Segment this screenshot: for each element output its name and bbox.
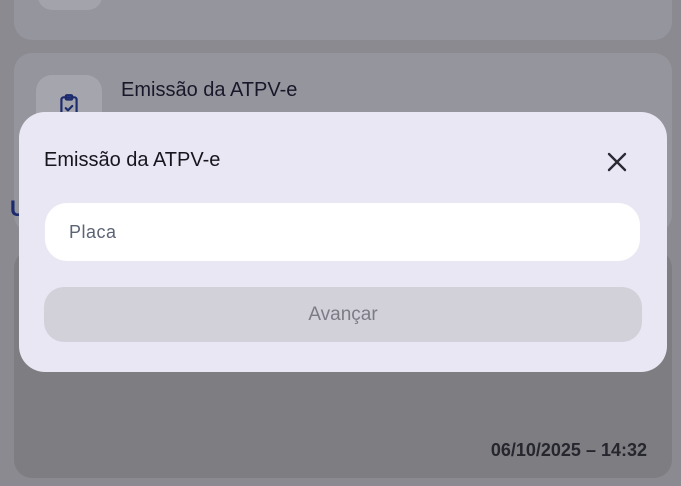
timestamp: 06/10/2025 – 14:32 bbox=[490, 440, 647, 460]
service-card-icon-box bbox=[38, 0, 102, 10]
plate-field[interactable] bbox=[45, 203, 640, 261]
close-icon bbox=[607, 152, 627, 172]
atpv-emission-dialog: Emissão da ATPV-e Avançar bbox=[19, 112, 667, 372]
close-button[interactable] bbox=[599, 146, 635, 178]
dialog-title: Emissão da ATPV-e bbox=[44, 149, 221, 171]
service-card-previous bbox=[14, 0, 672, 40]
advance-button[interactable]: Avançar bbox=[44, 287, 642, 342]
plate-input[interactable] bbox=[45, 203, 640, 261]
service-card-title: Emissão da ATPV-e bbox=[121, 79, 298, 101]
